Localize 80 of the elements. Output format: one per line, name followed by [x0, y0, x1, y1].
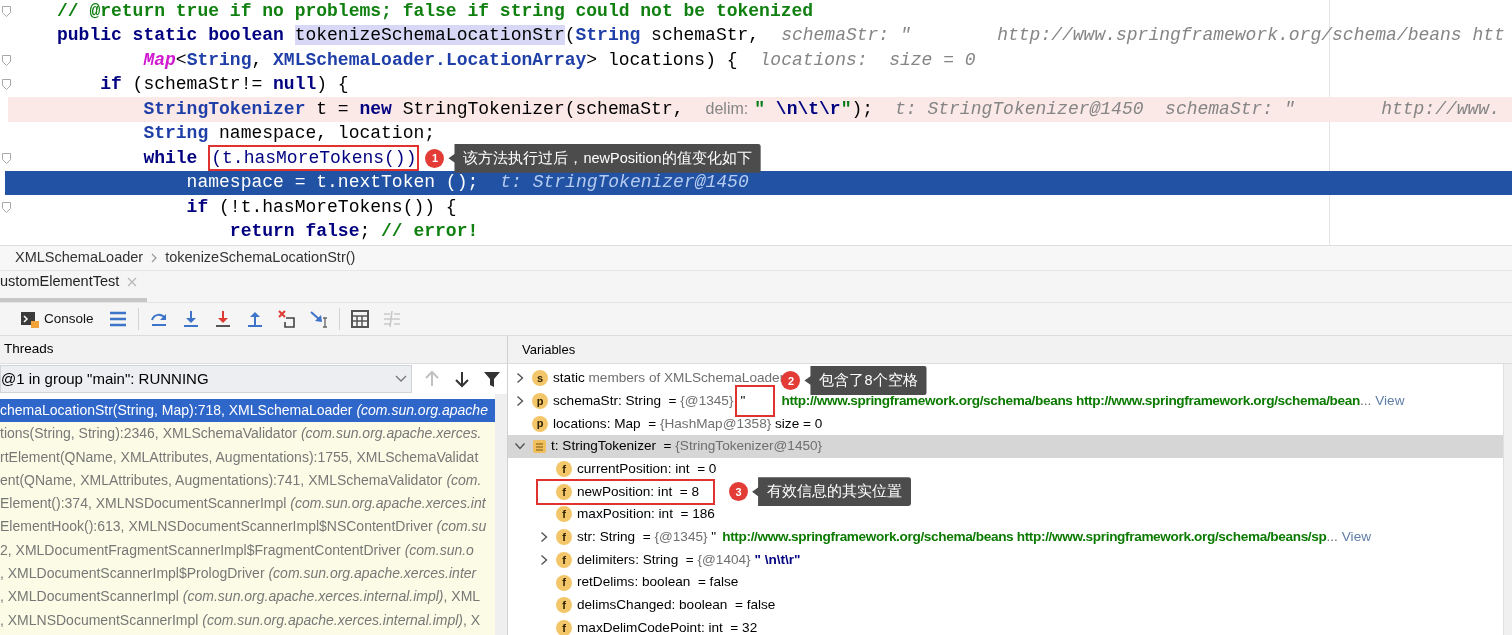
type-badge: s: [532, 370, 548, 387]
scrollbar[interactable]: [1503, 364, 1512, 635]
code-text: String namespace, location;: [142, 122, 436, 146]
variable-text: newPosition: int = 8: [577, 482, 700, 501]
console-button[interactable]: Console: [20, 308, 102, 330]
variable-text: currentPosition: int = 0: [577, 459, 717, 478]
callout-tooltip: 该方法执行过后，newPosition的值变化如下: [448, 143, 761, 173]
panel-title: Variables: [522, 340, 576, 359]
type-badge: f: [556, 461, 572, 478]
chevron-icon: [395, 375, 407, 383]
type-badge: f: [556, 619, 572, 635]
stack-frame[interactable]: chemaLocationStr(String, Map):718, XMLSchemaLoader (com.sun.org.apache: [0, 399, 495, 423]
object-icon: [532, 438, 547, 454]
stack-frame[interactable]: , XMLDocumentScannerImpl (com.sun.org.apache.xerces.internal.impl), XML: [0, 585, 495, 609]
selected-row[interactable]: t: StringTokenizer = {StringTokenizer@1450}: [508, 435, 1503, 458]
fold-marker-icon[interactable]: [2, 152, 11, 164]
code-text: namespace = t.nextToken ();: [185, 171, 479, 195]
callout-number: 3: [729, 482, 749, 502]
callout-tooltip: 有效信息的其实位置: [752, 477, 912, 507]
variable-text: maxPosition: int = 186: [577, 505, 715, 524]
annotation-frame: (t.hasMoreTokens()): [208, 145, 420, 172]
parameter-hint: delim:: [705, 99, 749, 120]
code-text: Map<String, XMLSchemaLoader.LocationArray> locations) {: [142, 48, 738, 72]
code-text: return false; // error!: [228, 220, 479, 244]
stack-frame[interactable]: rtElement(QName, XMLAttributes, Augmentations):1755, XMLSchemaValidat: [0, 445, 495, 469]
code-text: " \n\t\r");: [754, 97, 874, 121]
stack-frame[interactable]: ElementHook():613, XMLNSDocumentScannerImpl$NSContentDriver (com.su: [0, 515, 495, 539]
panel-title: Threads: [4, 340, 54, 359]
view-link[interactable]: View: [1341, 526, 1371, 548]
inlay-hint: t: StringTokenizer@1450: [500, 171, 749, 195]
code-text: public static boolean tokenizeSchemaLocationStr(String schemaStr,: [57, 24, 760, 48]
code-text: while: [142, 146, 199, 170]
code-text: // @return true if no problems; false if string could not be tokenized: [57, 0, 814, 23]
variable-text: delimiters: String = {@1404} " \n\t\r": [577, 550, 801, 569]
variable-text: maxDelimCodePoint: int = 32: [577, 618, 758, 635]
fold-marker-icon[interactable]: [2, 5, 11, 17]
variable-text: t: StringTokenizer = {StringTokenizer@1450}: [551, 437, 823, 456]
inlay-hint: schemaStr: " http://www.springframework.org/schema/beans htt: [781, 24, 1505, 48]
stack-frame[interactable]: ent(QName, XMLAttributes, Augmentations):741, XMLSchemaValidator (com.: [0, 468, 495, 493]
fold-marker-icon[interactable]: [2, 54, 11, 66]
inlay-hint: locations: size = 0: [759, 48, 976, 72]
code-text: if (schemaStr!= null) {: [99, 73, 349, 97]
view-link[interactable]: View: [1375, 390, 1405, 412]
inlay-hint: t: StringTokenizer@1450 schemaStr: " http://www.: [895, 97, 1500, 121]
down-arrow-icon[interactable]: [452, 369, 472, 389]
scrollbar[interactable]: [495, 394, 507, 635]
variable-text: str: String = {@1345} " http://www.springframework.org/schema/beans http://www.springframework.org/schema/beans/sp...: [577, 527, 1338, 546]
thread-dropdown[interactable]: @1 in group "main": RUNNING: [0, 365, 412, 393]
breadcrumb-item[interactable]: tokenizeSchemaLocationStr(): [165, 247, 356, 269]
type-badge: p: [532, 415, 548, 432]
type-badge: f: [556, 483, 572, 500]
variable-text: schemaStr: String = {@1345}: [553, 391, 734, 410]
stack-frame[interactable]: , XMLDocumentScannerImpl$PrologDriver (com.sun.org.apache.xerces.inter: [0, 562, 495, 586]
stack-frame[interactable]: , XMLNSDocumentScannerImpl (com.sun.org.apache.xerces.internal.impl), X: [0, 608, 495, 632]
type-badge: f: [556, 574, 572, 591]
stack-frame[interactable]: Element():374, XMLNSDocumentScannerImpl (com.sun.org.apache.xerces.int: [0, 492, 495, 516]
callout-number: 1: [425, 148, 445, 168]
fold-marker-icon[interactable]: [2, 79, 11, 91]
variable-text: delimsChanged: boolean = false: [577, 596, 776, 614]
variable-text: retDelims: boolean = false: [577, 573, 739, 592]
filter-icon[interactable]: [482, 369, 502, 389]
terminal-icon: [20, 309, 40, 329]
callout-tooltip: 包含了8个空格: [804, 366, 927, 395]
code-text: StringTokenizer t = new StringTokenizer(schemaStr,: [142, 97, 684, 121]
type-badge: p: [532, 393, 548, 410]
code-text: if (!t.hasMoreTokens()) {: [185, 195, 457, 219]
calculator-icon[interactable]: [349, 309, 370, 329]
stack-frame[interactable]: tions(String, String):2346, XMLSchemaValidator (com.sun.org.apache.xerces.: [0, 422, 495, 446]
lines-icon[interactable]: [107, 309, 128, 329]
cross-frame-icon[interactable]: [276, 309, 297, 329]
cursor-arrow-icon[interactable]: [308, 309, 329, 329]
stack-frame[interactable]: 2, XMLDocumentFragmentScannerImpl$FragmentContentDriver (com.sun.o: [0, 538, 495, 563]
type-badge: f: [556, 551, 572, 568]
annotation-frame: ": [735, 385, 776, 418]
breadcrumb-item[interactable]: XMLSchemaLoader: [15, 247, 144, 269]
type-badge: f: [556, 529, 572, 546]
fold-marker-icon[interactable]: [2, 201, 11, 213]
type-badge: f: [556, 506, 572, 523]
chevron-icon: [151, 253, 158, 263]
type-badge: f: [556, 597, 572, 614]
